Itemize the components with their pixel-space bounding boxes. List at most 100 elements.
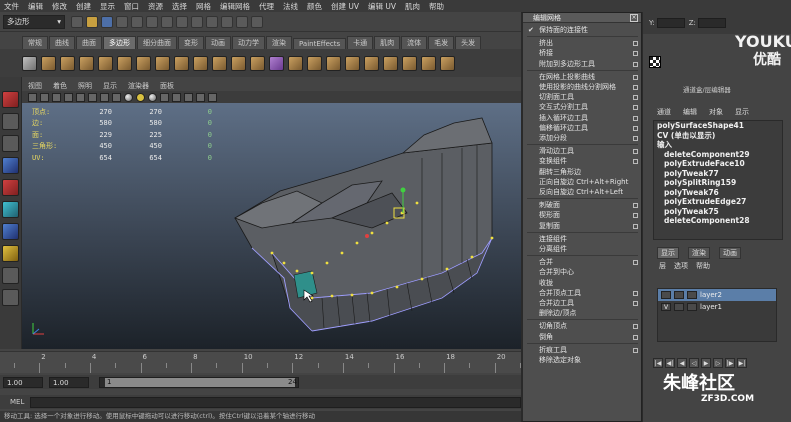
camera-attributes-icon[interactable]	[40, 92, 49, 102]
film-gate-icon[interactable]	[208, 92, 217, 102]
range-slider[interactable]: 1 24	[99, 376, 299, 388]
textured-icon[interactable]	[124, 92, 133, 102]
history-item[interactable]: 输入	[654, 140, 782, 150]
range-slider-thumb[interactable]: 1	[105, 377, 295, 387]
color-swatch[interactable]	[687, 291, 697, 299]
option-box-icon[interactable]	[633, 51, 638, 57]
option-box-icon[interactable]	[633, 260, 638, 266]
option-box-icon[interactable]	[633, 301, 638, 306]
option-box-icon[interactable]	[633, 334, 638, 340]
checker-icon[interactable]	[649, 56, 661, 68]
y-field[interactable]	[656, 18, 685, 28]
poly-cylinder-icon[interactable]	[60, 55, 75, 71]
edit-mesh-menu-title[interactable]: 编辑网格 ×	[523, 13, 641, 23]
visibility-toggle[interactable]	[661, 291, 671, 299]
move-tool-icon[interactable]	[2, 157, 19, 174]
option-box-icon[interactable]	[633, 105, 638, 111]
menu-0[interactable]: 文件	[4, 1, 19, 12]
separate-icon[interactable]	[250, 55, 265, 71]
bridge-icon[interactable]	[307, 55, 322, 71]
menu-item-4[interactable]: 附加到多边形工具	[523, 59, 642, 70]
time-slider[interactable]: 2 4 6 8 10 12 14 16 18 20	[0, 351, 521, 373]
play-forward-icon[interactable]: ▶	[701, 358, 711, 368]
layer-menu-2[interactable]: 帮助	[696, 261, 710, 271]
shelf-tab-14[interactable]: 头发	[455, 36, 482, 49]
image-plane-icon[interactable]	[64, 92, 73, 102]
poly-pyramid-icon[interactable]	[155, 55, 170, 71]
lights-icon[interactable]	[136, 92, 145, 102]
history-item[interactable]: polyExtrudeFace10	[654, 159, 782, 169]
menu-5[interactable]: 窗口	[124, 1, 139, 12]
history-item[interactable]: polyExtrudeEdge27	[654, 197, 782, 207]
history-item[interactable]: polyTweak76	[654, 188, 782, 198]
start-time-field[interactable]: 1.00	[3, 376, 43, 388]
option-box-icon[interactable]	[633, 136, 638, 141]
go-to-start-icon[interactable]: |◀	[653, 358, 663, 368]
option-box-icon[interactable]	[633, 149, 638, 155]
planar-map-icon[interactable]	[440, 55, 455, 71]
step-back-key-icon[interactable]: ◀|	[665, 358, 675, 368]
uv-editor-icon[interactable]	[421, 55, 436, 71]
layer-tab-0[interactable]: 显示	[657, 247, 679, 259]
render-settings-icon[interactable]	[251, 15, 263, 28]
scale-tool-icon[interactable]	[2, 201, 19, 218]
shelf-tab-7[interactable]: 动力学	[232, 36, 265, 49]
open-folder-icon[interactable]	[86, 15, 98, 28]
shelf-tab-4[interactable]: 细分曲面	[137, 36, 177, 49]
snap-grid-icon[interactable]	[161, 15, 173, 28]
history-list[interactable]: polySurfaceShape41 CV (单击以显示) 输入 deleteComp…	[653, 120, 783, 240]
channel-menu-1[interactable]: 编辑	[683, 107, 697, 117]
option-box-icon[interactable]	[633, 159, 638, 165]
channel-menu-3[interactable]: 显示	[735, 107, 749, 117]
combine-icon[interactable]	[231, 55, 246, 71]
snap-point-icon[interactable]	[191, 15, 203, 28]
menu-1[interactable]: 编辑	[28, 1, 43, 12]
step-forward-icon[interactable]: ▷	[713, 358, 723, 368]
shelf-tab-8[interactable]: 渲染	[266, 36, 292, 49]
step-back-icon[interactable]: ◀	[677, 358, 687, 368]
insert-edge-loop-icon[interactable]	[364, 55, 379, 71]
layer-tab-1[interactable]: 渲染	[688, 247, 710, 259]
shelf-tab-1[interactable]: 曲线	[49, 36, 75, 49]
history-item[interactable]: deleteComponent28	[654, 216, 782, 226]
hud-icon[interactable]	[184, 92, 193, 102]
viewport-menu-3[interactable]: 显示	[103, 81, 117, 91]
play-back-icon[interactable]: ◁	[689, 358, 699, 368]
menu-item-35[interactable]: 倒角	[523, 332, 642, 343]
mel-label[interactable]: MEL	[10, 398, 24, 406]
option-box-icon[interactable]	[633, 203, 638, 209]
close-icon[interactable]: ×	[630, 14, 638, 22]
viewport-menu-1[interactable]: 着色	[53, 81, 67, 91]
option-box-icon[interactable]	[633, 324, 638, 330]
shelf-tab-3[interactable]: 多边形	[103, 36, 136, 49]
viewport-menu-5[interactable]: 面板	[160, 81, 174, 91]
history-item[interactable]: polyTweak75	[654, 207, 782, 217]
camera-icon[interactable]	[28, 92, 37, 102]
z-field[interactable]	[697, 18, 726, 28]
lasso-tool-icon[interactable]	[2, 113, 19, 130]
command-input[interactable]	[30, 396, 521, 408]
select-hierarchy-icon[interactable]	[116, 15, 128, 28]
option-box-icon[interactable]	[633, 125, 638, 131]
poly-prism-icon[interactable]	[136, 55, 151, 71]
save-icon[interactable]	[101, 15, 113, 28]
menu-item-18[interactable]: 反向自旋边 Ctrl+Alt+Left	[523, 187, 642, 198]
smooth-shade-icon[interactable]	[100, 92, 109, 102]
layer-row[interactable]: layer2	[658, 289, 776, 301]
go-to-end-icon[interactable]: ▶|	[737, 358, 747, 368]
layer-row[interactable]: Vlayer1	[658, 301, 776, 313]
menu-15[interactable]: 肌肉	[405, 1, 420, 12]
option-box-icon[interactable]	[633, 95, 638, 101]
menu-item-12[interactable]: 添加分段	[523, 133, 642, 144]
shelf-tab-2[interactable]: 曲面	[76, 36, 102, 49]
menu-item-38[interactable]: 移除选定对象	[523, 355, 642, 366]
menu-9[interactable]: 编辑网格	[220, 1, 250, 12]
layer-menu-1[interactable]: 选项	[674, 261, 688, 271]
menu-12[interactable]: 颜色	[307, 1, 322, 12]
new-scene-icon[interactable]	[71, 15, 83, 28]
smooth-icon[interactable]	[269, 55, 284, 71]
layout-single-icon[interactable]	[2, 289, 19, 306]
channel-menu-0[interactable]: 通道	[657, 107, 671, 117]
history-item[interactable]: polySurfaceShape41	[654, 121, 782, 131]
channel-menu-2[interactable]: 对象	[709, 107, 723, 117]
